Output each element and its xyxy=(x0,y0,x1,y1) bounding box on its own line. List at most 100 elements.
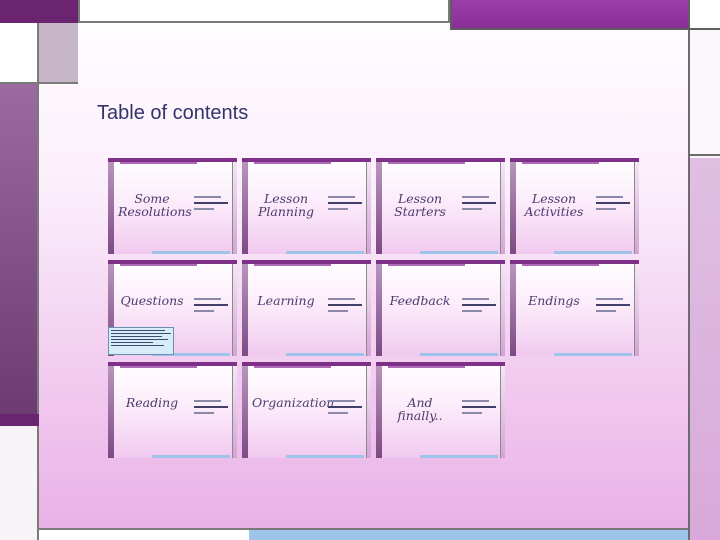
thumb-title: Lesson Activities xyxy=(520,192,588,218)
bottom-bar-white xyxy=(39,528,249,540)
thumb-left-strip xyxy=(242,162,248,254)
thumb-top-accent xyxy=(388,264,466,266)
questions-text-snippet xyxy=(108,327,174,355)
slide-thumbnail-learning[interactable]: Learning xyxy=(242,260,371,356)
thumb-bottom-bar xyxy=(286,353,364,356)
thumb-title-line1: Organization xyxy=(252,395,335,410)
thumb-top-accent xyxy=(254,264,332,266)
left-block-grey xyxy=(39,23,78,84)
thumb-title-line1: Feedback xyxy=(389,293,451,308)
thumb-right-strip xyxy=(366,162,371,254)
thumb-top-accent xyxy=(388,162,466,164)
thumb-left-strip xyxy=(510,264,516,356)
thumb-title: Learning xyxy=(252,294,320,307)
thumb-title-line1: Learning xyxy=(257,293,315,308)
thumb-bottom-bar xyxy=(420,353,498,356)
thumb-right-strip xyxy=(500,162,505,254)
thumb-top-accent xyxy=(120,366,198,368)
thumb-right-strip xyxy=(232,366,237,458)
thumb-title-line2: Activities xyxy=(524,204,584,219)
thumb-top-accent xyxy=(254,162,332,164)
thumb-body-text xyxy=(596,196,630,214)
thumb-right-strip xyxy=(634,264,639,356)
thumb-title: Lesson Planning xyxy=(252,192,320,218)
thumb-title: Questions xyxy=(118,294,186,307)
slide-thumbnail-lesson-planning[interactable]: Lesson Planning xyxy=(242,158,371,254)
thumb-body-text xyxy=(328,400,362,418)
bottom-bar-blue xyxy=(249,528,688,540)
thumb-right-strip xyxy=(366,264,371,356)
thumb-body-text xyxy=(328,298,362,316)
thumb-right-strip xyxy=(232,162,237,254)
thumb-title-line2: Planning xyxy=(257,204,314,219)
thumb-title: Endings xyxy=(520,294,588,307)
thumb-body-text xyxy=(462,196,496,214)
thumb-title: Organization xyxy=(252,395,335,410)
thumb-bottom-bar xyxy=(554,353,632,356)
thumb-body-text xyxy=(194,298,228,316)
thumb-left-strip xyxy=(242,366,248,458)
thumb-left-strip xyxy=(376,264,382,356)
thumb-body-text xyxy=(462,400,496,418)
left-block-white xyxy=(0,23,39,84)
slide-thumbnail-lesson-activities[interactable]: Lesson Activities xyxy=(510,158,639,254)
thumb-left-strip xyxy=(108,162,114,254)
thumb-bottom-bar xyxy=(286,455,364,458)
thumb-bottom-bar xyxy=(554,251,632,254)
top-bar-right xyxy=(688,0,720,30)
thumb-title: Some Resolutions xyxy=(118,192,192,219)
top-bar-purple xyxy=(450,0,688,30)
thumb-right-strip xyxy=(500,264,505,356)
thumb-title: Reading xyxy=(118,396,186,409)
thumb-title-line1: Endings xyxy=(528,293,580,308)
thumb-left-strip xyxy=(510,162,516,254)
thumb-body-text xyxy=(596,298,630,316)
thumb-right-strip xyxy=(366,366,371,458)
thumb-body-text xyxy=(328,196,362,214)
thumb-title-line1: Questions xyxy=(120,293,184,308)
thumb-body-text xyxy=(194,196,228,214)
right-upper-block xyxy=(690,30,720,156)
page-title: Table of contents xyxy=(97,102,249,124)
thumb-title: Lesson Starters xyxy=(386,192,454,218)
top-bar-light xyxy=(78,0,450,23)
right-lower-block xyxy=(690,158,720,540)
thumb-top-accent xyxy=(120,162,198,164)
slide-thumbnail-lesson-starters[interactable]: Lesson Starters xyxy=(376,158,505,254)
top-bar-dark xyxy=(0,0,78,23)
left-small-block xyxy=(0,414,39,426)
thumb-top-accent xyxy=(522,264,600,266)
slide-thumbnail-organization[interactable]: Organization xyxy=(242,362,371,458)
slide-thumbnail-some-resolutions[interactable]: Some Resolutions xyxy=(108,158,237,254)
thumb-bottom-bar xyxy=(152,455,230,458)
thumb-title-line2: Starters xyxy=(394,204,446,219)
left-strip xyxy=(0,84,39,414)
slide-thumbnail-and-finally[interactable]: And finally.. xyxy=(376,362,505,458)
thumb-title-line1: Reading xyxy=(125,395,179,410)
thumb-title-line2: Resolutions xyxy=(118,204,192,219)
thumb-top-accent xyxy=(254,366,332,368)
thumb-top-accent xyxy=(388,366,466,368)
thumb-bottom-bar xyxy=(420,251,498,254)
thumb-right-strip xyxy=(500,366,505,458)
thumb-top-accent xyxy=(522,162,600,164)
thumb-title-line2: finally.. xyxy=(397,408,443,423)
thumb-left-strip xyxy=(376,366,382,458)
slide-thumbnail-endings[interactable]: Endings xyxy=(510,260,639,356)
thumb-left-strip xyxy=(108,366,114,458)
thumb-top-accent xyxy=(120,264,198,266)
thumb-body-text xyxy=(194,400,228,418)
thumb-bottom-bar xyxy=(152,251,230,254)
thumb-left-strip xyxy=(242,264,248,356)
thumb-body-text xyxy=(462,298,496,316)
thumb-title: And finally.. xyxy=(386,396,454,422)
thumb-left-strip xyxy=(376,162,382,254)
slide-thumbnail-reading[interactable]: Reading xyxy=(108,362,237,458)
thumb-bottom-bar xyxy=(420,455,498,458)
thumb-right-strip xyxy=(634,162,639,254)
thumb-bottom-bar xyxy=(286,251,364,254)
slide-thumbnail-feedback[interactable]: Feedback xyxy=(376,260,505,356)
thumb-title: Feedback xyxy=(386,294,454,307)
left-bottom-block xyxy=(0,426,39,540)
thumb-right-strip xyxy=(232,264,237,356)
